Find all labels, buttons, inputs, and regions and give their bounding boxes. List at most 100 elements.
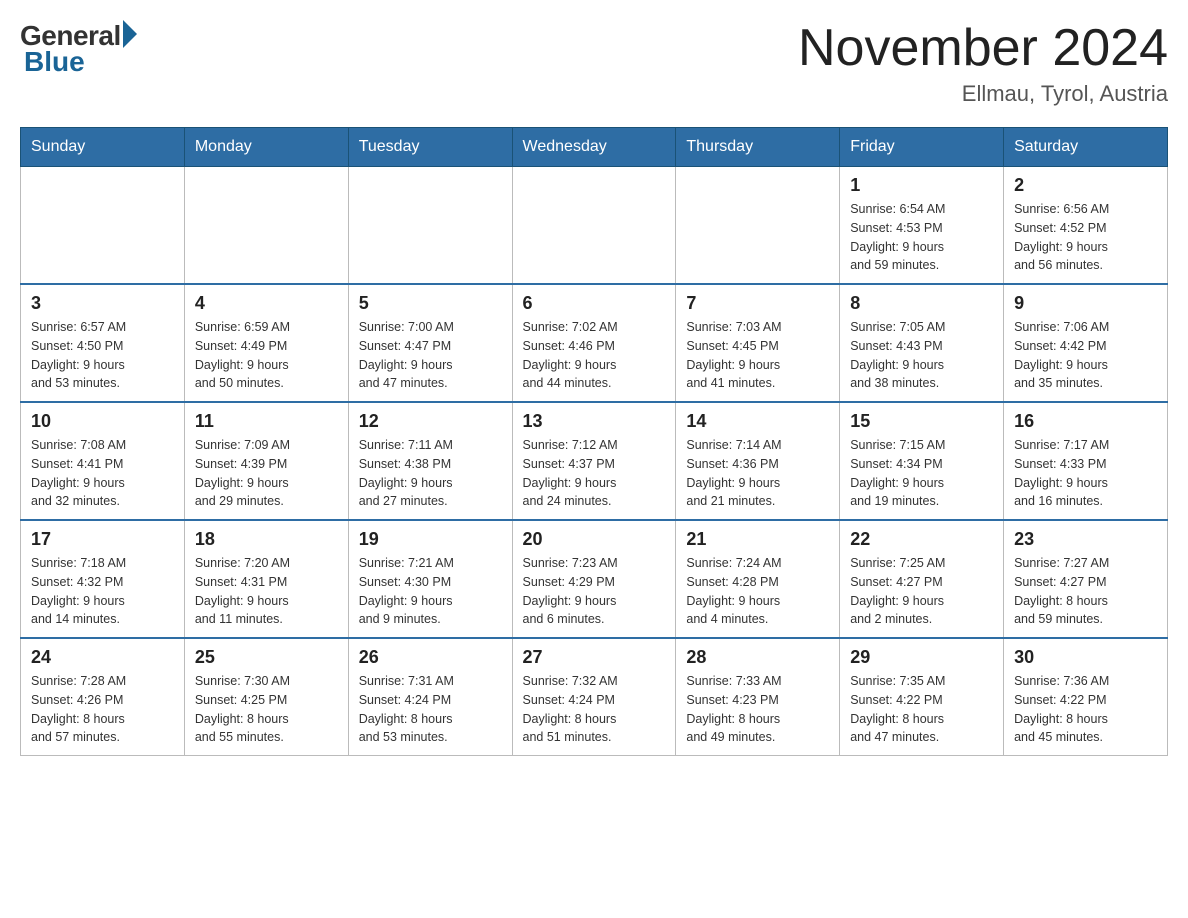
day-info: Sunrise: 6:59 AM Sunset: 4:49 PM Dayligh… <box>195 318 338 393</box>
day-info: Sunrise: 7:02 AM Sunset: 4:46 PM Dayligh… <box>523 318 666 393</box>
day-number: 15 <box>850 411 993 432</box>
calendar-header-row: SundayMondayTuesdayWednesdayThursdayFrid… <box>21 128 1168 167</box>
calendar-cell: 10 Sunrise: 7:08 AM Sunset: 4:41 PM Dayli… <box>21 402 185 520</box>
day-info: Sunrise: 7:27 AM Sunset: 4:27 PM Dayligh… <box>1014 554 1157 629</box>
day-info: Sunrise: 7:00 AM Sunset: 4:47 PM Dayligh… <box>359 318 502 393</box>
day-info: Sunrise: 7:03 AM Sunset: 4:45 PM Dayligh… <box>686 318 829 393</box>
day-info: Sunrise: 7:11 AM Sunset: 4:38 PM Dayligh… <box>359 436 502 511</box>
day-number: 21 <box>686 529 829 550</box>
calendar-table: SundayMondayTuesdayWednesdayThursdayFrid… <box>20 127 1168 756</box>
logo-blue-text: Blue <box>24 46 85 78</box>
col-header-friday: Friday <box>840 128 1004 167</box>
day-info: Sunrise: 7:36 AM Sunset: 4:22 PM Dayligh… <box>1014 672 1157 747</box>
calendar-cell: 26 Sunrise: 7:31 AM Sunset: 4:24 PM Dayli… <box>348 638 512 756</box>
day-info: Sunrise: 7:18 AM Sunset: 4:32 PM Dayligh… <box>31 554 174 629</box>
calendar-cell: 22 Sunrise: 7:25 AM Sunset: 4:27 PM Dayli… <box>840 520 1004 638</box>
day-number: 2 <box>1014 175 1157 196</box>
calendar-cell <box>676 167 840 285</box>
calendar-cell: 17Sunrise: 7:18 AM Sunset: 4:32 PM Dayli… <box>21 520 185 638</box>
day-number: 9 <box>1014 293 1157 314</box>
title-section: November 2024 Ellmau, Tyrol, Austria <box>798 20 1168 107</box>
day-number: 13 <box>523 411 666 432</box>
day-number: 23 <box>1014 529 1157 550</box>
day-info: Sunrise: 7:35 AM Sunset: 4:22 PM Dayligh… <box>850 672 993 747</box>
calendar-cell: 28Sunrise: 7:33 AM Sunset: 4:23 PM Dayli… <box>676 638 840 756</box>
day-info: Sunrise: 7:24 AM Sunset: 4:28 PM Dayligh… <box>686 554 829 629</box>
day-number: 25 <box>195 647 338 668</box>
day-number: 10 <box>31 411 174 432</box>
day-number: 5 <box>359 293 502 314</box>
day-number: 20 <box>523 529 666 550</box>
col-header-thursday: Thursday <box>676 128 840 167</box>
calendar-cell: 27 Sunrise: 7:32 AM Sunset: 4:24 PM Dayli… <box>512 638 676 756</box>
calendar-cell <box>21 167 185 285</box>
day-number: 12 <box>359 411 502 432</box>
col-header-saturday: Saturday <box>1004 128 1168 167</box>
calendar-cell: 9 Sunrise: 7:06 AM Sunset: 4:42 PM Daylig… <box>1004 284 1168 402</box>
day-number: 11 <box>195 411 338 432</box>
day-info: Sunrise: 7:12 AM Sunset: 4:37 PM Dayligh… <box>523 436 666 511</box>
day-info: Sunrise: 7:23 AM Sunset: 4:29 PM Dayligh… <box>523 554 666 629</box>
calendar-cell: 8 Sunrise: 7:05 AM Sunset: 4:43 PM Daylig… <box>840 284 1004 402</box>
day-info: Sunrise: 7:14 AM Sunset: 4:36 PM Dayligh… <box>686 436 829 511</box>
day-info: Sunrise: 7:06 AM Sunset: 4:42 PM Dayligh… <box>1014 318 1157 393</box>
calendar-title: November 2024 <box>798 20 1168 77</box>
calendar-week-row: 24Sunrise: 7:28 AM Sunset: 4:26 PM Dayli… <box>21 638 1168 756</box>
calendar-cell: 1 Sunrise: 6:54 AM Sunset: 4:53 PM Daylig… <box>840 167 1004 285</box>
calendar-cell: 2 Sunrise: 6:56 AM Sunset: 4:52 PM Daylig… <box>1004 167 1168 285</box>
calendar-cell: 4 Sunrise: 6:59 AM Sunset: 4:49 PM Daylig… <box>184 284 348 402</box>
day-info: Sunrise: 7:25 AM Sunset: 4:27 PM Dayligh… <box>850 554 993 629</box>
day-info: Sunrise: 7:20 AM Sunset: 4:31 PM Dayligh… <box>195 554 338 629</box>
day-info: Sunrise: 7:15 AM Sunset: 4:34 PM Dayligh… <box>850 436 993 511</box>
day-info: Sunrise: 6:54 AM Sunset: 4:53 PM Dayligh… <box>850 200 993 275</box>
calendar-cell: 23 Sunrise: 7:27 AM Sunset: 4:27 PM Dayli… <box>1004 520 1168 638</box>
calendar-cell: 5 Sunrise: 7:00 AM Sunset: 4:47 PM Daylig… <box>348 284 512 402</box>
calendar-cell <box>512 167 676 285</box>
day-info: Sunrise: 7:33 AM Sunset: 4:23 PM Dayligh… <box>686 672 829 747</box>
calendar-cell <box>348 167 512 285</box>
day-number: 7 <box>686 293 829 314</box>
day-number: 6 <box>523 293 666 314</box>
calendar-week-row: 17Sunrise: 7:18 AM Sunset: 4:32 PM Dayli… <box>21 520 1168 638</box>
day-number: 27 <box>523 647 666 668</box>
day-info: Sunrise: 7:09 AM Sunset: 4:39 PM Dayligh… <box>195 436 338 511</box>
calendar-cell: 7 Sunrise: 7:03 AM Sunset: 4:45 PM Daylig… <box>676 284 840 402</box>
calendar-cell: 30Sunrise: 7:36 AM Sunset: 4:22 PM Dayli… <box>1004 638 1168 756</box>
day-number: 16 <box>1014 411 1157 432</box>
calendar-cell: 6 Sunrise: 7:02 AM Sunset: 4:46 PM Daylig… <box>512 284 676 402</box>
calendar-cell: 19Sunrise: 7:21 AM Sunset: 4:30 PM Dayli… <box>348 520 512 638</box>
col-header-tuesday: Tuesday <box>348 128 512 167</box>
calendar-week-row: 10 Sunrise: 7:08 AM Sunset: 4:41 PM Dayli… <box>21 402 1168 520</box>
day-number: 22 <box>850 529 993 550</box>
calendar-cell: 21 Sunrise: 7:24 AM Sunset: 4:28 PM Dayli… <box>676 520 840 638</box>
day-info: Sunrise: 7:31 AM Sunset: 4:24 PM Dayligh… <box>359 672 502 747</box>
calendar-cell: 25 Sunrise: 7:30 AM Sunset: 4:25 PM Dayli… <box>184 638 348 756</box>
day-number: 8 <box>850 293 993 314</box>
day-info: Sunrise: 7:30 AM Sunset: 4:25 PM Dayligh… <box>195 672 338 747</box>
col-header-wednesday: Wednesday <box>512 128 676 167</box>
logo: General Blue <box>20 20 137 78</box>
day-info: Sunrise: 7:21 AM Sunset: 4:30 PM Dayligh… <box>359 554 502 629</box>
calendar-week-row: 3Sunrise: 6:57 AM Sunset: 4:50 PM Daylig… <box>21 284 1168 402</box>
calendar-cell: 12 Sunrise: 7:11 AM Sunset: 4:38 PM Dayli… <box>348 402 512 520</box>
day-number: 26 <box>359 647 502 668</box>
day-info: Sunrise: 7:32 AM Sunset: 4:24 PM Dayligh… <box>523 672 666 747</box>
logo-triangle-icon <box>123 20 137 48</box>
col-header-monday: Monday <box>184 128 348 167</box>
day-number: 24 <box>31 647 174 668</box>
day-number: 3 <box>31 293 174 314</box>
calendar-cell: 16Sunrise: 7:17 AM Sunset: 4:33 PM Dayli… <box>1004 402 1168 520</box>
day-info: Sunrise: 7:05 AM Sunset: 4:43 PM Dayligh… <box>850 318 993 393</box>
calendar-cell: 11 Sunrise: 7:09 AM Sunset: 4:39 PM Dayli… <box>184 402 348 520</box>
calendar-cell: 13 Sunrise: 7:12 AM Sunset: 4:37 PM Dayli… <box>512 402 676 520</box>
day-number: 4 <box>195 293 338 314</box>
calendar-cell: 14 Sunrise: 7:14 AM Sunset: 4:36 PM Dayli… <box>676 402 840 520</box>
calendar-subtitle: Ellmau, Tyrol, Austria <box>798 81 1168 107</box>
day-number: 18 <box>195 529 338 550</box>
calendar-cell: 29 Sunrise: 7:35 AM Sunset: 4:22 PM Dayli… <box>840 638 1004 756</box>
day-number: 14 <box>686 411 829 432</box>
day-number: 1 <box>850 175 993 196</box>
day-number: 29 <box>850 647 993 668</box>
day-info: Sunrise: 7:08 AM Sunset: 4:41 PM Dayligh… <box>31 436 174 511</box>
day-info: Sunrise: 6:56 AM Sunset: 4:52 PM Dayligh… <box>1014 200 1157 275</box>
